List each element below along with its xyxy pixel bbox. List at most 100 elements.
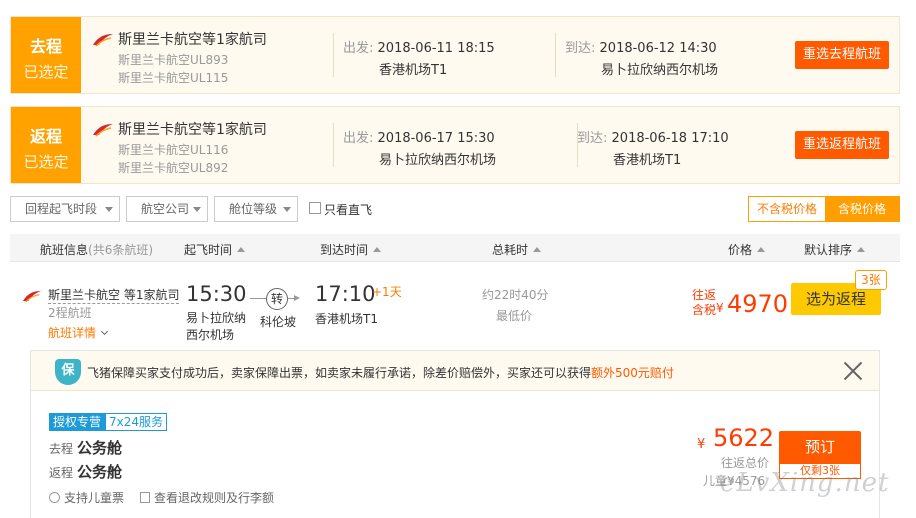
sort-up-icon xyxy=(237,247,246,252)
tickets-left-badge: 3张 xyxy=(855,270,887,290)
header-flight-info: 航班信息(共6条航班) xyxy=(40,241,153,258)
outbound-departure: 出发: 2018-06-11 18:15 xyxy=(343,37,495,56)
divider xyxy=(333,123,334,167)
sort-up-icon xyxy=(373,247,382,252)
depart-period-dropdown[interactable]: 回程起飞时段 xyxy=(10,196,120,222)
currency-symbol: ¥ xyxy=(716,301,724,315)
depart-time-label: 起飞时间 xyxy=(184,243,233,257)
inbound-status: 已选定 xyxy=(23,153,69,171)
dep-label: 出发: xyxy=(343,131,374,146)
inbound-tag: 返程 已选定 xyxy=(11,107,81,183)
outbound-tag: 去程 已选定 xyxy=(11,17,81,93)
outbound-arr-airport: 易卜拉欣纳西尔机场 xyxy=(601,63,719,78)
arr-label: 到达: xyxy=(565,41,596,56)
outbound-cabin-class: 公务舱 xyxy=(77,439,123,457)
close-icon[interactable] xyxy=(843,361,863,381)
reselect-outbound-button[interactable]: 重选去程航班 xyxy=(794,41,889,69)
inbound-airline: 斯里兰卡航空等1家航司 xyxy=(118,122,267,138)
inbound-arr-airport: 香港机场T1 xyxy=(613,153,682,168)
inbound-dep-datetime: 2018-06-17 15:30 xyxy=(377,131,495,146)
sort-up-icon xyxy=(757,247,766,252)
guarantee-highlight: 额外500元赔付 xyxy=(591,366,674,380)
sort-depart-time[interactable]: 起飞时间 xyxy=(184,241,246,258)
inbound-flight-2: 斯里兰卡航空UL892 xyxy=(118,161,229,175)
guarantee-body: 飞猪保障买家支付成功后，卖家保障出票，如卖家未履行承诺，除差价赔偿外，买家还可以… xyxy=(87,366,592,380)
divider xyxy=(555,33,556,77)
chevron-down-icon xyxy=(193,207,201,212)
tax-included-option[interactable]: 含税价格 xyxy=(825,197,899,221)
child-ticket-text: 支持儿童票 xyxy=(64,491,125,505)
child-icon xyxy=(49,492,60,503)
dep-label: 出发: xyxy=(343,41,374,56)
price-type-label: 往返 含税 xyxy=(692,288,716,318)
cabin-dropdown[interactable]: 舱位等级 xyxy=(214,196,298,222)
flight-stops: 2程航班 xyxy=(48,306,92,320)
transfer-icon: 转 xyxy=(266,288,288,310)
flight-dep-airport: 易卜拉欣纳西尔机场 xyxy=(186,311,247,342)
inbound-cabin-class: 公务舱 xyxy=(77,463,123,481)
rules-link[interactable]: 查看退改规则及行李额 xyxy=(154,491,274,505)
inbound-flight-1: 斯里兰卡航空UL116 xyxy=(118,143,229,157)
outbound-arrival: 到达: 2018-06-12 14:30 xyxy=(565,37,717,56)
shield-icon: 保 xyxy=(55,359,81,385)
flight-detail-link[interactable]: 航班详情 xyxy=(48,324,109,341)
book-button[interactable]: 预订 xyxy=(779,431,861,463)
flight-dep-time: 15:30 xyxy=(186,282,247,306)
outbound-flight-2: 斯里兰卡航空UL115 xyxy=(118,71,229,85)
chevron-down-icon xyxy=(105,207,113,212)
sort-price[interactable]: 价格 xyxy=(728,241,766,258)
airline-filter-label: 航空公司 xyxy=(141,202,190,216)
flight-via: 科伦坡 xyxy=(260,315,297,329)
sort-default[interactable]: 默认排序 xyxy=(804,241,866,258)
flight-duration: 约22时40分 xyxy=(482,288,549,302)
outbound-tag-label: 去程 xyxy=(29,37,62,56)
srilankan-logo-icon xyxy=(22,291,42,303)
direct-only-checkbox[interactable] xyxy=(309,202,321,214)
price-label: 价格 xyxy=(728,243,753,257)
currency-symbol: ¥ xyxy=(697,437,706,452)
inbound-departure: 出发: 2018-06-17 15:30 xyxy=(343,127,495,146)
flight-arr-airport: 香港机场T1 xyxy=(315,312,378,326)
service-badge: 7x24服务 xyxy=(105,413,168,431)
round-trip-label: 往返 xyxy=(692,288,717,302)
flight-airline: 斯里兰卡航空 等1家航司 xyxy=(48,288,180,304)
inbound-arr-datetime: 2018-06-18 17:10 xyxy=(611,131,729,146)
outbound-arr-datetime: 2018-06-12 14:30 xyxy=(599,41,717,56)
offer-price: 5622 xyxy=(713,424,775,452)
chevron-down-icon xyxy=(100,327,109,336)
flight-row: 斯里兰卡航空 等1家航司 2程航班 航班详情 15:30 易卜拉欣纳西尔机场 转… xyxy=(10,262,900,352)
results-header: 航班信息(共6条航班) 起飞时间 到达时间 总耗时 价格 默认排序 xyxy=(10,234,900,262)
guarantee-text: 飞猪保障买家支付成功后，卖家保障出票，如卖家未履行承诺，除差价赔偿外，买家还可以… xyxy=(87,364,674,381)
sort-duration[interactable]: 总耗时 xyxy=(492,241,542,258)
watermark: eLvXing.net xyxy=(720,468,890,498)
sort-arrive-time[interactable]: 到达时间 xyxy=(320,241,382,258)
srilankan-logo-icon xyxy=(93,124,113,137)
inbound-cabin-label: 返程 xyxy=(49,466,74,480)
outbound-cabin-label: 去程 xyxy=(49,442,74,456)
inbound-arrival: 到达: 2018-06-18 17:10 xyxy=(577,127,729,146)
outbound-flight-1: 斯里兰卡航空UL893 xyxy=(118,53,229,67)
guarantee-notice: 保 飞猪保障买家支付成功后，卖家保障出票，如卖家未履行承诺，除差价赔偿外，买家还… xyxy=(31,351,879,391)
outbound-dep-airport: 香港机场T1 xyxy=(379,63,448,78)
reselect-inbound-button[interactable]: 重选返程航班 xyxy=(794,131,889,159)
tax-incl-label: 含税 xyxy=(692,303,717,317)
duration-label: 总耗时 xyxy=(492,243,529,257)
depart-period-label: 回程起飞时段 xyxy=(25,202,98,216)
direct-only-label[interactable]: 只看直飞 xyxy=(324,201,372,218)
airline-dropdown[interactable]: 航空公司 xyxy=(126,196,208,222)
cabin-filter-label: 舱位等级 xyxy=(229,202,278,216)
outbound-cabin: 去程 公务舱 xyxy=(49,437,122,458)
flight-day-plus: +1天 xyxy=(372,285,402,299)
outbound-dep-datetime: 2018-06-11 18:15 xyxy=(377,41,495,56)
outbound-status: 已选定 xyxy=(23,63,69,81)
inbound-cabin: 返程 公务舱 xyxy=(49,461,122,482)
tax-excluded-option[interactable]: 不含税价格 xyxy=(749,197,825,221)
arrow-right-icon xyxy=(294,295,300,301)
arrive-time-label: 到达时间 xyxy=(320,243,369,257)
inbound-segment: 返程 已选定 斯里兰卡航空等1家航司 斯里兰卡航空UL116 斯里兰卡航空UL8… xyxy=(10,106,900,184)
authorized-badge: 授权专营 xyxy=(49,413,106,431)
sort-up-icon xyxy=(857,247,866,252)
tax-price-toggle: 不含税价格 含税价格 xyxy=(748,196,900,222)
sort-up-icon xyxy=(533,247,542,252)
outbound-segment: 去程 已选定 斯里兰卡航空等1家航司 斯里兰卡航空UL893 斯里兰卡航空UL1… xyxy=(10,16,900,94)
